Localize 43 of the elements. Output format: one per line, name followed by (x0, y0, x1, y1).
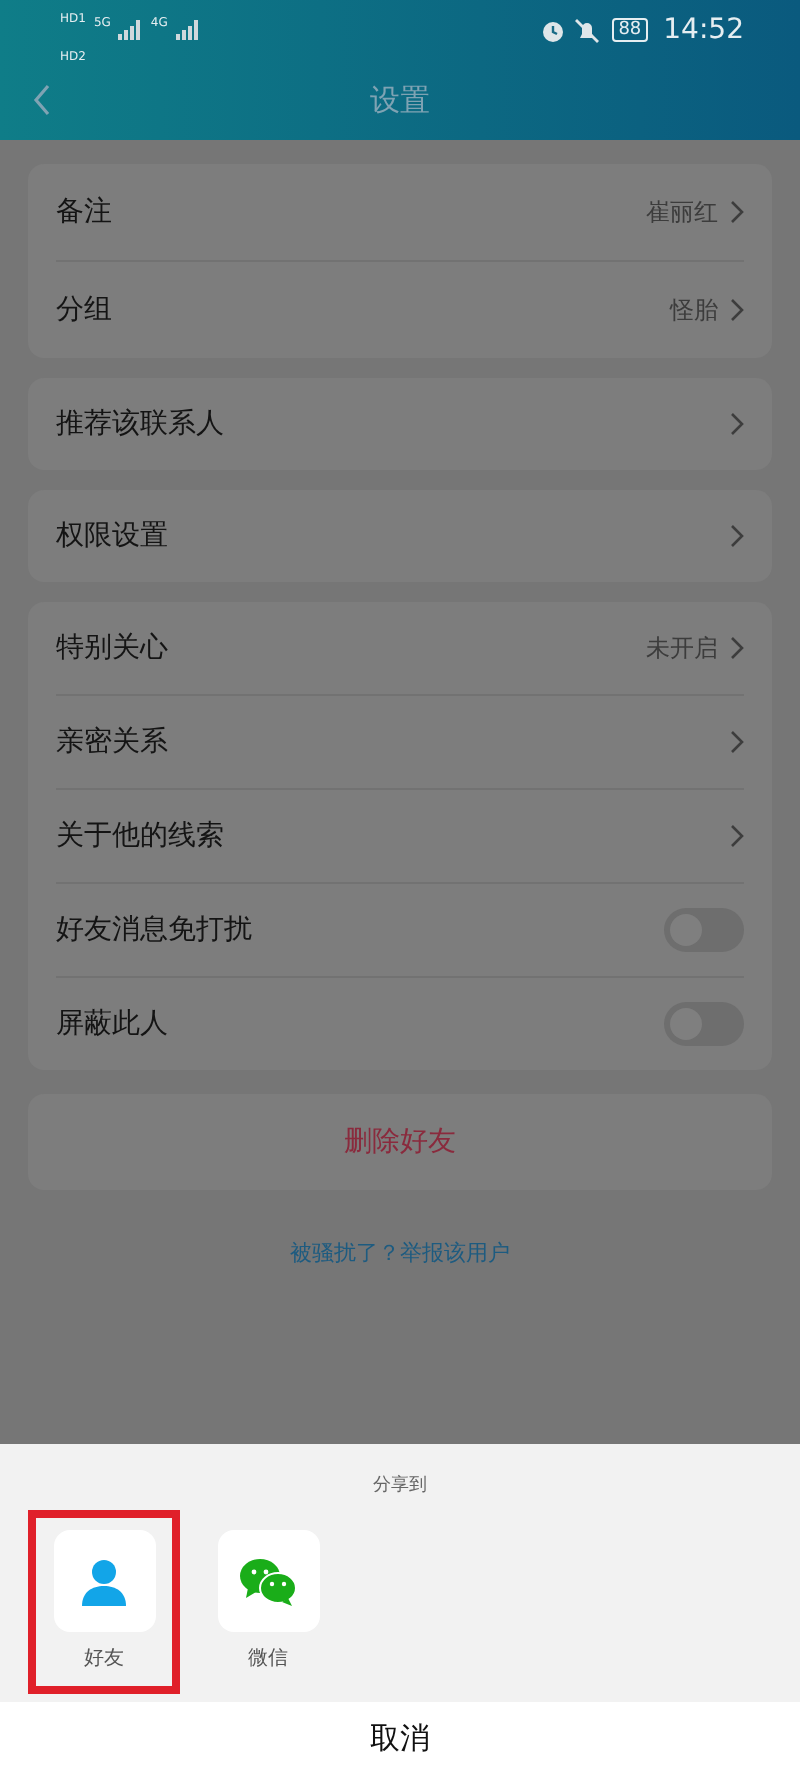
share-target[interactable]: 好友 (28, 1510, 180, 1694)
row-label: 备注 (56, 194, 114, 230)
settings-row[interactable]: 推荐该联系人 (56, 378, 744, 470)
back-icon (32, 84, 52, 116)
settings-row[interactable]: 权限设置 (56, 490, 744, 582)
back-button[interactable] (32, 84, 52, 116)
clock: 14:52 (663, 14, 744, 46)
person-icon (78, 1555, 130, 1607)
settings-row[interactable]: 亲密关系 (56, 694, 744, 788)
mute-bell-icon (574, 17, 601, 43)
chat-bubbles-icon (238, 1555, 298, 1607)
row-label: 权限设置 (56, 518, 170, 554)
page-title: 设置 (370, 81, 430, 119)
chevron-icon (730, 412, 744, 436)
settings-row[interactable]: 好友消息免打扰 (56, 882, 744, 976)
settings-row[interactable]: 分组 怪胎 (56, 260, 744, 358)
row-value: 怪胎 (670, 293, 718, 327)
signal-icon (175, 20, 200, 40)
chevron-icon (730, 524, 744, 548)
row-label: 关于他的线索 (56, 818, 226, 854)
settings-row[interactable]: 关于他的线索 (56, 788, 744, 882)
signal-icon (118, 20, 143, 40)
row-label: 好友消息免打扰 (56, 912, 254, 948)
row-label: 分组 (56, 292, 114, 328)
row-label: 屏蔽此人 (56, 1006, 170, 1042)
sheet-title: 分享到 (373, 1473, 427, 1498)
row-label: 推荐该联系人 (56, 406, 226, 442)
share-target[interactable]: 微信 (192, 1510, 344, 1694)
chevron-icon (730, 824, 744, 848)
battery-level: 88 (612, 18, 648, 42)
row-label: 特别关心 (56, 630, 170, 666)
cancel-button[interactable]: 取消 (0, 1702, 800, 1776)
chevron-icon (730, 298, 744, 322)
chevron-icon (730, 200, 744, 224)
settings-row[interactable]: 备注 崔丽红 (56, 164, 744, 260)
settings-row[interactable]: 特别关心 未开启 (56, 602, 744, 694)
chevron-icon (730, 730, 744, 754)
chevron-icon (730, 636, 744, 660)
row-value: 崔丽红 (646, 195, 718, 229)
row-value: 未开启 (646, 631, 718, 665)
row-label: 亲密关系 (56, 724, 170, 760)
settings-row[interactable]: 屏蔽此人 (56, 976, 744, 1070)
alarm-icon (540, 17, 567, 43)
